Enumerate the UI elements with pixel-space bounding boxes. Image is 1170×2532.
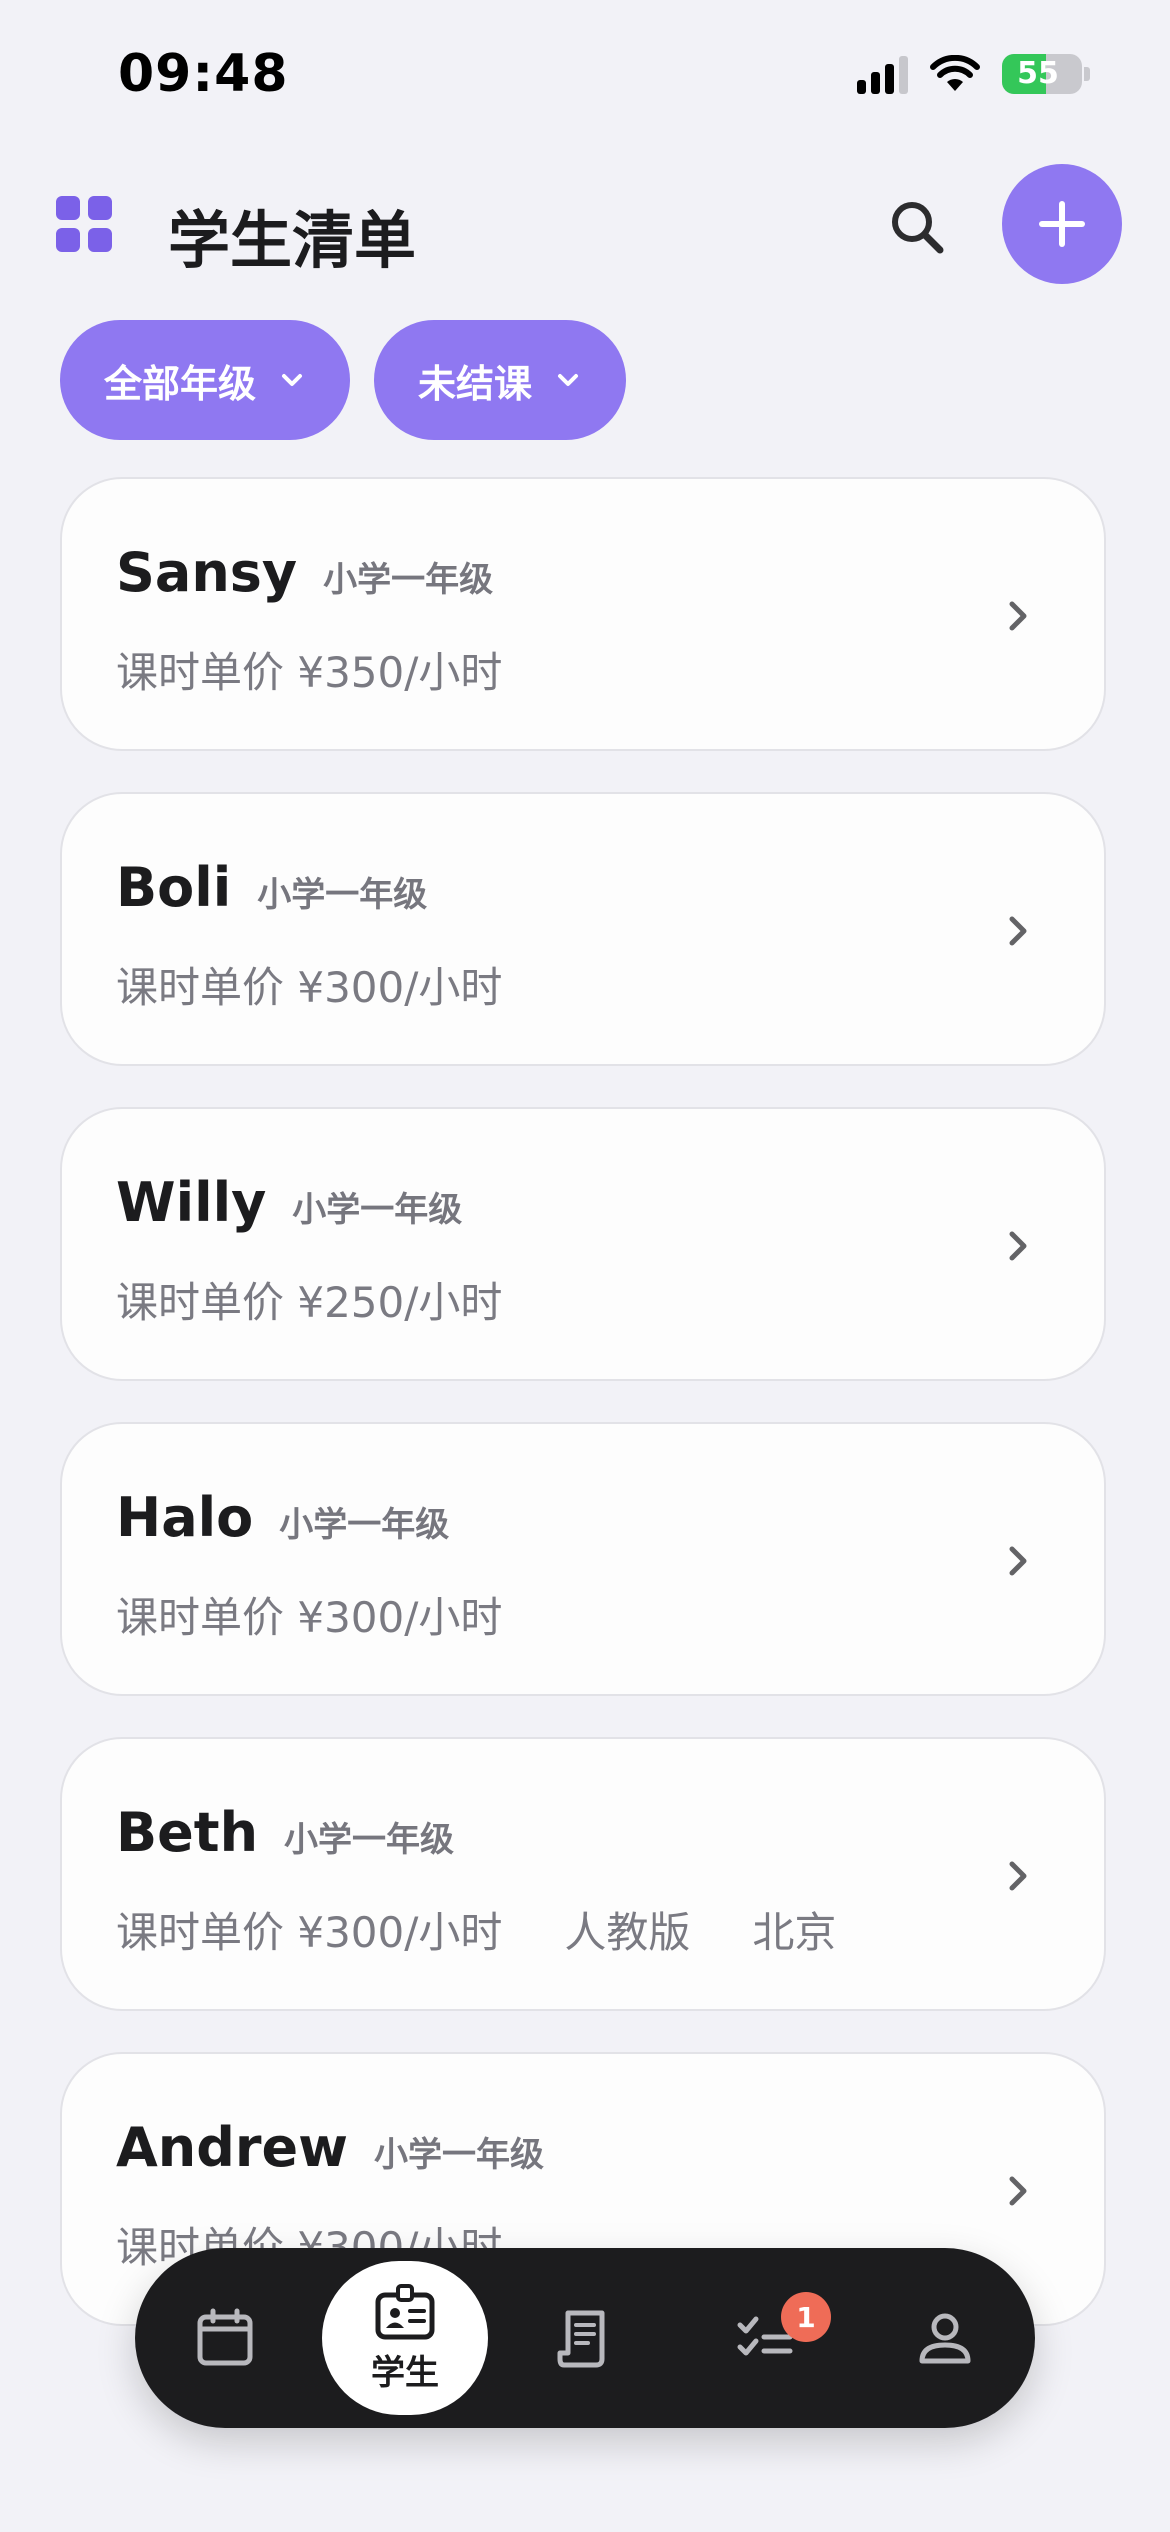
filter-grade-label: 全部年级 [104,361,257,406]
student-name: Halo [116,1486,254,1549]
student-name: Willy [116,1171,267,1234]
student-id-icon [375,2283,435,2339]
battery-percent: 55 [1017,56,1059,91]
chevron-down-icon [282,374,303,386]
student-card[interactable]: Beth 小学一年级 课时单价 ¥300/小时 人教版 北京 [60,1737,1106,2011]
student-name: Andrew [116,2116,349,2179]
student-price: 课时单价 ¥300/小时 [116,1908,503,1957]
student-price: 课时单价 ¥250/小时 [116,1278,503,1327]
student-name: Boli [116,856,232,919]
student-card[interactable]: Willy 小学一年级 课时单价 ¥250/小时 [60,1107,1106,1381]
search-button[interactable] [882,192,954,264]
add-student-button[interactable] [1002,164,1122,284]
header: 学生清单 [0,160,1170,290]
student-card[interactable]: Boli 小学一年级 课时单价 ¥300/小时 [60,792,1106,1066]
student-name: Beth [116,1801,259,1864]
status-time: 09:48 [118,44,289,104]
student-list: Sansy 小学一年级 课时单价 ¥350/小时 Boli 小学一年级 课时单价… [60,477,1110,2367]
student-price: 课时单价 ¥300/小时 [116,1593,503,1642]
student-price: 课时单价 ¥350/小时 [116,648,503,697]
chevron-right-icon [1009,916,1027,946]
student-grade: 小学一年级 [257,875,428,915]
page-title: 学生清单 [168,204,417,277]
filter-status-label: 未结课 [418,361,533,406]
status-icons: 55 [857,54,1090,94]
student-city: 北京 [752,1908,837,1957]
filter-bar: 全部年级 未结课 [60,320,627,440]
student-grade: 小学一年级 [374,2135,545,2175]
receipt-icon [557,2310,605,2368]
tab-calendar[interactable] [145,2248,305,2428]
wifi-icon [930,55,980,91]
tab-students[interactable]: 学生 [322,2261,488,2415]
tab-receipts[interactable] [505,2248,665,2428]
tab-tasks[interactable] [685,2248,845,2428]
calendar-icon [197,2308,253,2366]
filter-grade-dropdown[interactable]: 全部年级 [60,320,351,440]
tasks-badge: 1 [781,2292,831,2342]
student-name: Sansy [116,541,298,604]
chevron-right-icon [1009,1231,1027,1261]
chevron-right-icon [1009,601,1027,631]
battery-cap [1084,67,1090,81]
student-card[interactable]: Halo 小学一年级 课时单价 ¥300/小时 [60,1422,1106,1696]
cellular-signal-icon [857,54,908,94]
student-grade: 小学一年级 [292,1190,463,1230]
chevron-down-icon [558,374,579,386]
plus-icon [1039,201,1085,247]
battery-icon: 55 [1002,54,1082,94]
profile-icon [919,2313,971,2364]
grid-menu-icon[interactable] [56,196,112,252]
tab-students-label: 学生 [371,2352,439,2393]
student-grade: 小学一年级 [279,1505,450,1545]
chevron-right-icon [1009,1546,1027,1576]
filter-status-dropdown[interactable]: 未结课 [374,320,627,440]
chevron-right-icon [1009,1861,1027,1891]
student-card[interactable]: Sansy 小学一年级 课时单价 ¥350/小时 [60,477,1106,751]
search-icon [892,202,944,254]
status-bar: 09:48 55 [0,0,1170,150]
student-price: 课时单价 ¥300/小时 [116,963,503,1012]
student-grade: 小学一年级 [323,560,494,600]
student-grade: 小学一年级 [284,1820,455,1860]
chevron-right-icon [1009,2176,1027,2206]
student-textbook: 人教版 [564,1908,691,1957]
bottom-tab-bar: 学生 1 [135,2248,1035,2428]
tab-profile[interactable] [865,2248,1025,2428]
